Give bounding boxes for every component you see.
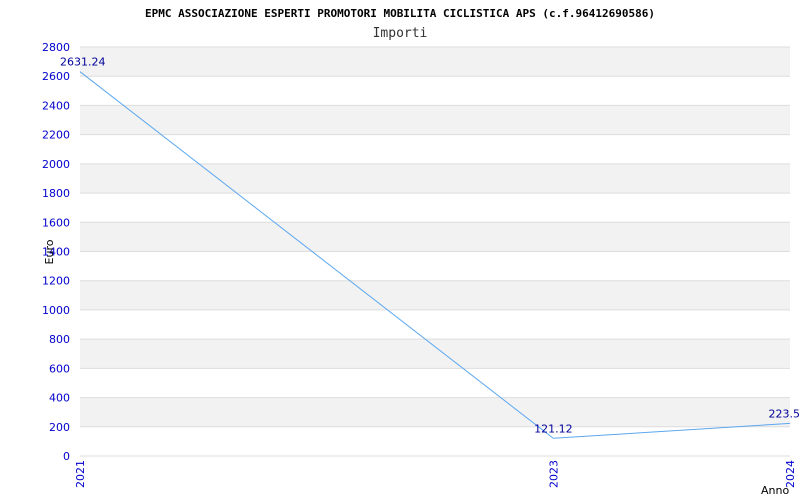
y-tick-label: 1800: [42, 187, 70, 200]
plot-band: [80, 280, 790, 310]
plot-band: [80, 339, 790, 369]
plot-band: [80, 426, 790, 456]
data-label: 2631.24: [60, 56, 106, 69]
y-axis-title: Euro: [43, 239, 56, 264]
plot-band: [80, 163, 790, 194]
plot-band: [80, 397, 790, 427]
plot-band: [80, 251, 790, 281]
y-tick-label: 200: [49, 421, 70, 434]
chart-subtitle: Importi: [373, 26, 428, 41]
x-axis-ticks: 2021 2023 2024: [74, 460, 797, 488]
plot-band: [80, 193, 790, 223]
chart-title: EPMC ASSOCIAZIONE ESPERTI PROMOTORI MOBI…: [145, 7, 655, 20]
y-tick-label: 1600: [42, 216, 70, 229]
y-tick-label: 1000: [42, 304, 70, 317]
plot-band: [80, 134, 790, 164]
y-tick-label: 2000: [42, 158, 70, 171]
y-tick-label: 800: [49, 333, 70, 346]
plot-band: [80, 309, 790, 340]
y-tick-label: 2400: [42, 99, 70, 112]
plot-band: [80, 76, 790, 106]
x-tick-label: 2021: [74, 460, 87, 488]
y-tick-label: 2200: [42, 129, 70, 142]
plot-band: [80, 105, 790, 135]
y-tick-label: 400: [49, 392, 70, 405]
x-tick-label: 2023: [547, 460, 560, 488]
y-tick-label: 2800: [42, 41, 70, 54]
line-chart: 0200400600800100012001400160018002000220…: [42, 7, 800, 497]
data-label: 121.12: [534, 422, 573, 435]
plot-band: [80, 222, 790, 252]
plot-band: [80, 47, 790, 77]
y-tick-label: 0: [63, 450, 70, 463]
data-label: 223.5: [769, 407, 800, 420]
y-tick-label: 600: [49, 362, 70, 375]
x-axis-title: Anno: [761, 484, 789, 497]
plot-band: [80, 368, 790, 398]
y-tick-label: 1200: [42, 275, 70, 288]
y-tick-label: 2600: [42, 70, 70, 83]
